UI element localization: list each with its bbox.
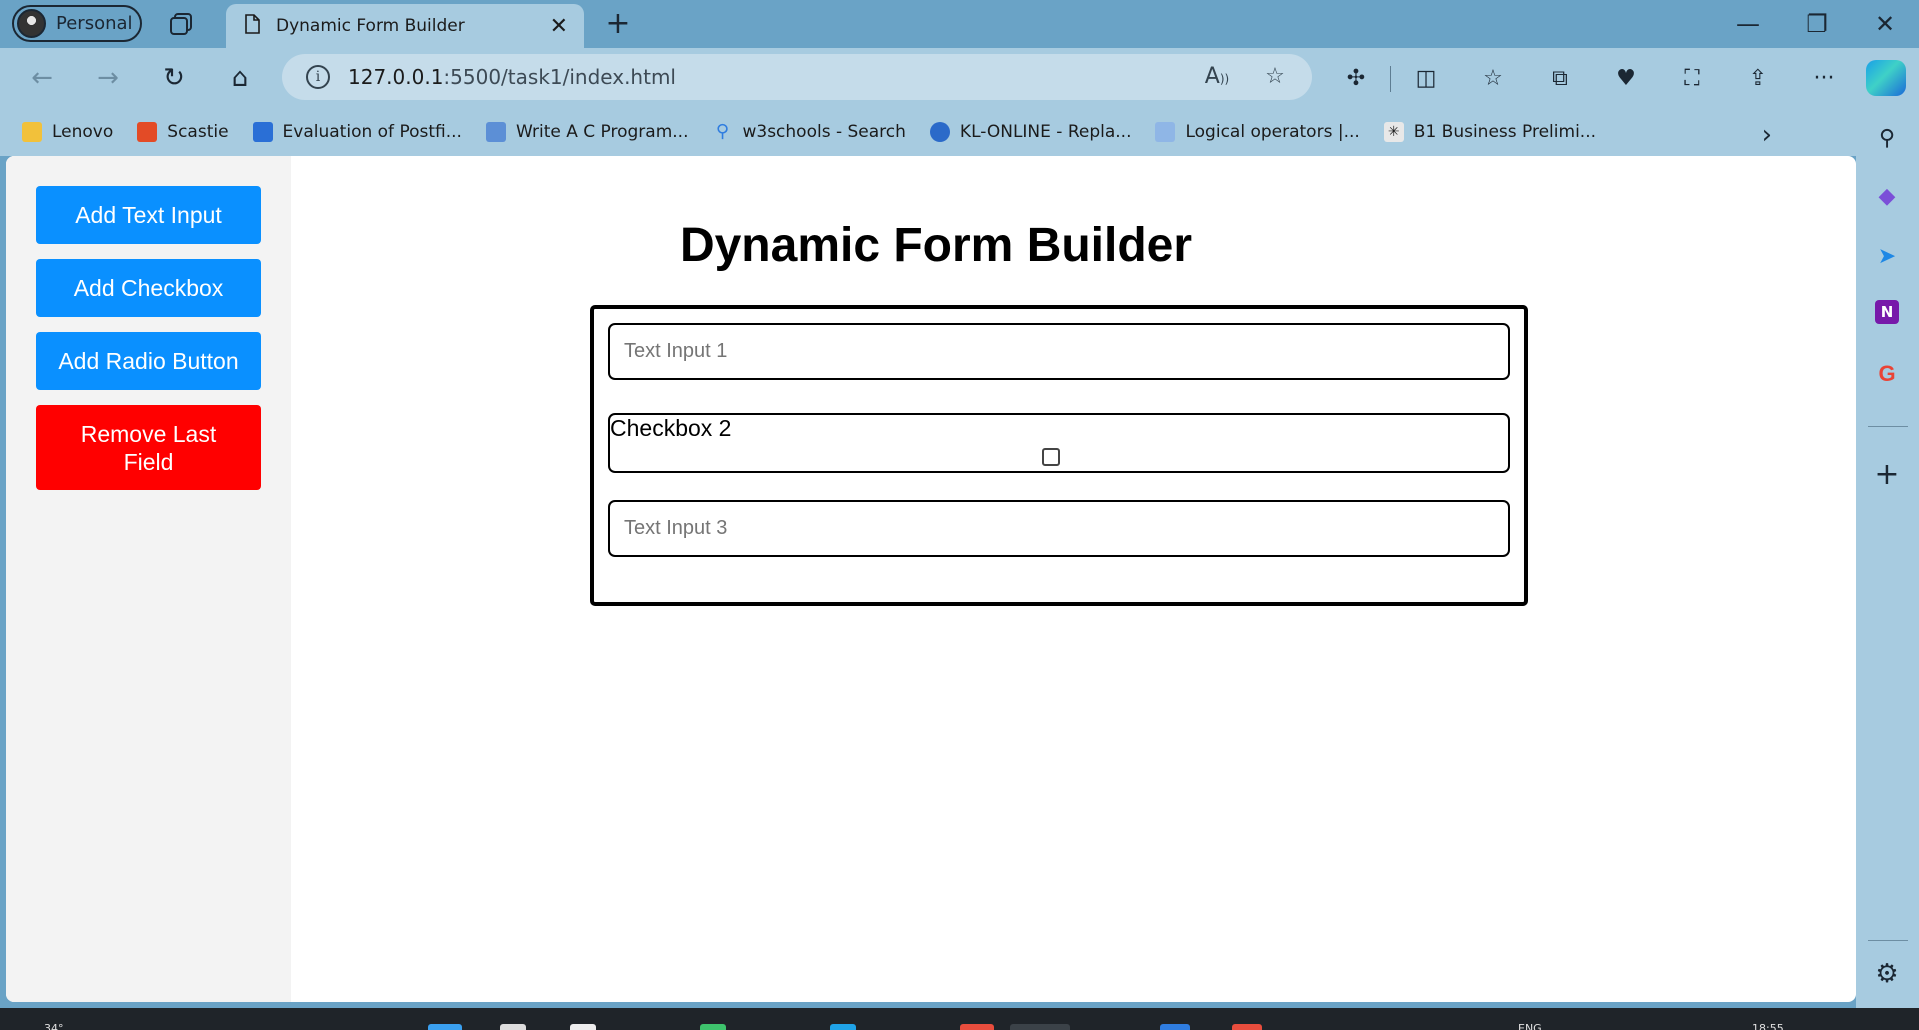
extensions-icon[interactable]: ✣ — [1336, 60, 1376, 96]
chevron-right-icon[interactable]: › — [1762, 120, 1772, 150]
search-icon: ⚲ — [715, 121, 730, 142]
weather-temperature[interactable]: 34° — [44, 1022, 64, 1030]
site-grid-icon — [252, 122, 273, 142]
add-icon[interactable]: + — [1871, 457, 1903, 492]
bookmark-kl-online[interactable]: KL-ONLINE - Repla... — [929, 122, 1132, 142]
read-aloud-icon[interactable]: A)) — [1202, 64, 1232, 92]
code-icon — [485, 122, 506, 142]
onenote-icon[interactable]: N — [1875, 300, 1899, 324]
clock-time[interactable]: 18:55 — [1752, 1022, 1784, 1030]
add-text-input-button[interactable]: Add Text Input — [36, 186, 261, 244]
tab-strip: Personal Dynamic Form Builder ✕ + — ❐ ✕ — [0, 0, 1919, 48]
tab-title: Dynamic Form Builder — [276, 16, 465, 36]
bookmark-label: KL-ONLINE - Repla... — [959, 122, 1132, 142]
bookmark-label: B1 Business Prelimi... — [1413, 122, 1596, 142]
refresh-icon[interactable]: ↻ — [154, 60, 194, 96]
kl-online-icon — [929, 122, 950, 142]
search-taskbar-icon[interactable] — [500, 1024, 526, 1030]
folder-icon — [22, 122, 42, 142]
app-icon[interactable] — [960, 1024, 994, 1030]
bookmark-write-c-program[interactable]: Write A C Program... — [485, 122, 689, 142]
app-icon[interactable] — [700, 1024, 726, 1030]
atom-icon — [1155, 122, 1176, 142]
profile-label: Personal — [56, 13, 133, 34]
tab-close-icon[interactable]: ✕ — [550, 14, 568, 39]
address-bar[interactable]: i 127.0.0.1:5500/task1/index.html A)) ☆ — [282, 54, 1312, 100]
screenshot-icon[interactable]: ⛶ — [1672, 60, 1712, 96]
bookmark-b1-business[interactable]: ✳ B1 Business Prelimi... — [1383, 122, 1596, 142]
scastie-icon — [137, 122, 158, 142]
app-icon[interactable] — [1232, 1024, 1262, 1030]
bookmark-evaluation-postfix[interactable]: Evaluation of Postfi... — [252, 122, 462, 142]
bookmark-label: Lenovo — [52, 122, 114, 142]
share-icon[interactable]: ⇪ — [1738, 60, 1778, 96]
checkbox-2-label: Checkbox 2 — [610, 415, 732, 441]
copilot-sidebar-icon[interactable]: ◆ — [1871, 180, 1903, 212]
profile-button[interactable]: Personal — [12, 5, 142, 42]
split-screen-icon[interactable]: ◫ — [1406, 60, 1446, 96]
bookmark-lenovo[interactable]: Lenovo — [22, 122, 113, 142]
sidebar-divider — [1868, 426, 1908, 427]
edge-taskbar-icon[interactable] — [830, 1024, 856, 1030]
browser-essentials-icon[interactable]: ♥ — [1606, 60, 1646, 96]
page-title: Dynamic Form Builder — [679, 219, 1193, 272]
windows-taskbar: 34° ENG 18:55 — [0, 1008, 1919, 1030]
remove-last-field-button[interactable]: Remove Last Field — [36, 405, 261, 490]
add-radio-button-button[interactable]: Add Radio Button — [36, 332, 261, 390]
favorite-star-icon[interactable]: ☆ — [1260, 64, 1290, 92]
star-burst-icon: ✳ — [1383, 122, 1404, 142]
start-icon[interactable] — [428, 1024, 462, 1030]
collections-icon[interactable]: ⧉ — [1540, 60, 1580, 96]
forward-icon[interactable]: → — [88, 60, 128, 96]
minimize-icon[interactable]: — — [1723, 6, 1773, 42]
close-window-icon[interactable]: ✕ — [1860, 6, 1910, 42]
active-app-icon[interactable] — [1010, 1024, 1070, 1030]
browser-toolbar: ← → ↻ ⌂ i 127.0.0.1:5500/task1/index.htm… — [0, 48, 1919, 108]
page-icon — [244, 14, 260, 38]
bookmarks-bar: Lenovo Scastie Evaluation of Postfi... W… — [0, 108, 1856, 156]
new-tab-icon[interactable]: + — [600, 6, 636, 42]
home-icon[interactable]: ⌂ — [220, 60, 260, 96]
bookmark-label: w3schools - Search — [742, 122, 906, 142]
sidebar-divider — [1868, 940, 1908, 941]
checkbox-2[interactable] — [1042, 448, 1060, 466]
favorites-icon[interactable]: ☆ — [1473, 60, 1513, 96]
toolbar-divider — [1390, 66, 1391, 92]
task-view-icon[interactable] — [570, 1024, 596, 1030]
url-host: 127.0.0.1 — [348, 65, 444, 89]
more-menu-icon[interactable]: ··· — [1804, 60, 1844, 96]
settings-gear-icon[interactable]: ⚙ — [1871, 958, 1903, 990]
copilot-icon[interactable] — [1866, 60, 1906, 96]
url-text: 127.0.0.1:5500/task1/index.html — [348, 65, 676, 89]
back-icon[interactable]: ← — [22, 60, 62, 96]
search-icon[interactable]: ⚲ — [1871, 122, 1903, 154]
bookmark-logical-operators[interactable]: Logical operators |... — [1155, 122, 1360, 142]
text-input-3[interactable] — [608, 500, 1510, 557]
bookmark-label: Scastie — [167, 122, 229, 142]
language-indicator[interactable]: ENG — [1518, 1022, 1542, 1030]
telegram-icon[interactable]: ➤ — [1871, 240, 1903, 272]
google-icon[interactable]: G — [1871, 358, 1903, 390]
form-container: Checkbox 2 — [590, 305, 1528, 606]
workspaces-icon[interactable] — [166, 10, 196, 38]
bookmark-scastie[interactable]: Scastie — [137, 122, 229, 142]
app-icon[interactable] — [1160, 1024, 1190, 1030]
text-input-1[interactable] — [608, 323, 1510, 380]
edge-sidebar: ⚲ ◆ ➤ N G + ⚙ — [1856, 108, 1919, 1008]
page-viewport: Add Text Input Add Checkbox Add Radio Bu… — [6, 156, 1856, 1002]
bookmark-label: Write A C Program... — [515, 122, 689, 142]
add-checkbox-button[interactable]: Add Checkbox — [36, 259, 261, 317]
site-info-icon[interactable]: i — [306, 65, 330, 89]
builder-sidebar: Add Text Input Add Checkbox Add Radio Bu… — [6, 156, 291, 1002]
tab-dynamic-form-builder[interactable]: Dynamic Form Builder ✕ — [226, 4, 584, 48]
checkbox-field-2: Checkbox 2 — [608, 413, 1510, 473]
profile-avatar — [17, 9, 46, 38]
bookmark-label: Logical operators |... — [1185, 122, 1360, 142]
bookmark-w3schools-search[interactable]: ⚲ w3schools - Search — [712, 121, 906, 143]
url-path: :5500/task1/index.html — [443, 65, 676, 89]
restore-icon[interactable]: ❐ — [1792, 6, 1842, 42]
bookmark-label: Evaluation of Postfi... — [282, 122, 462, 142]
